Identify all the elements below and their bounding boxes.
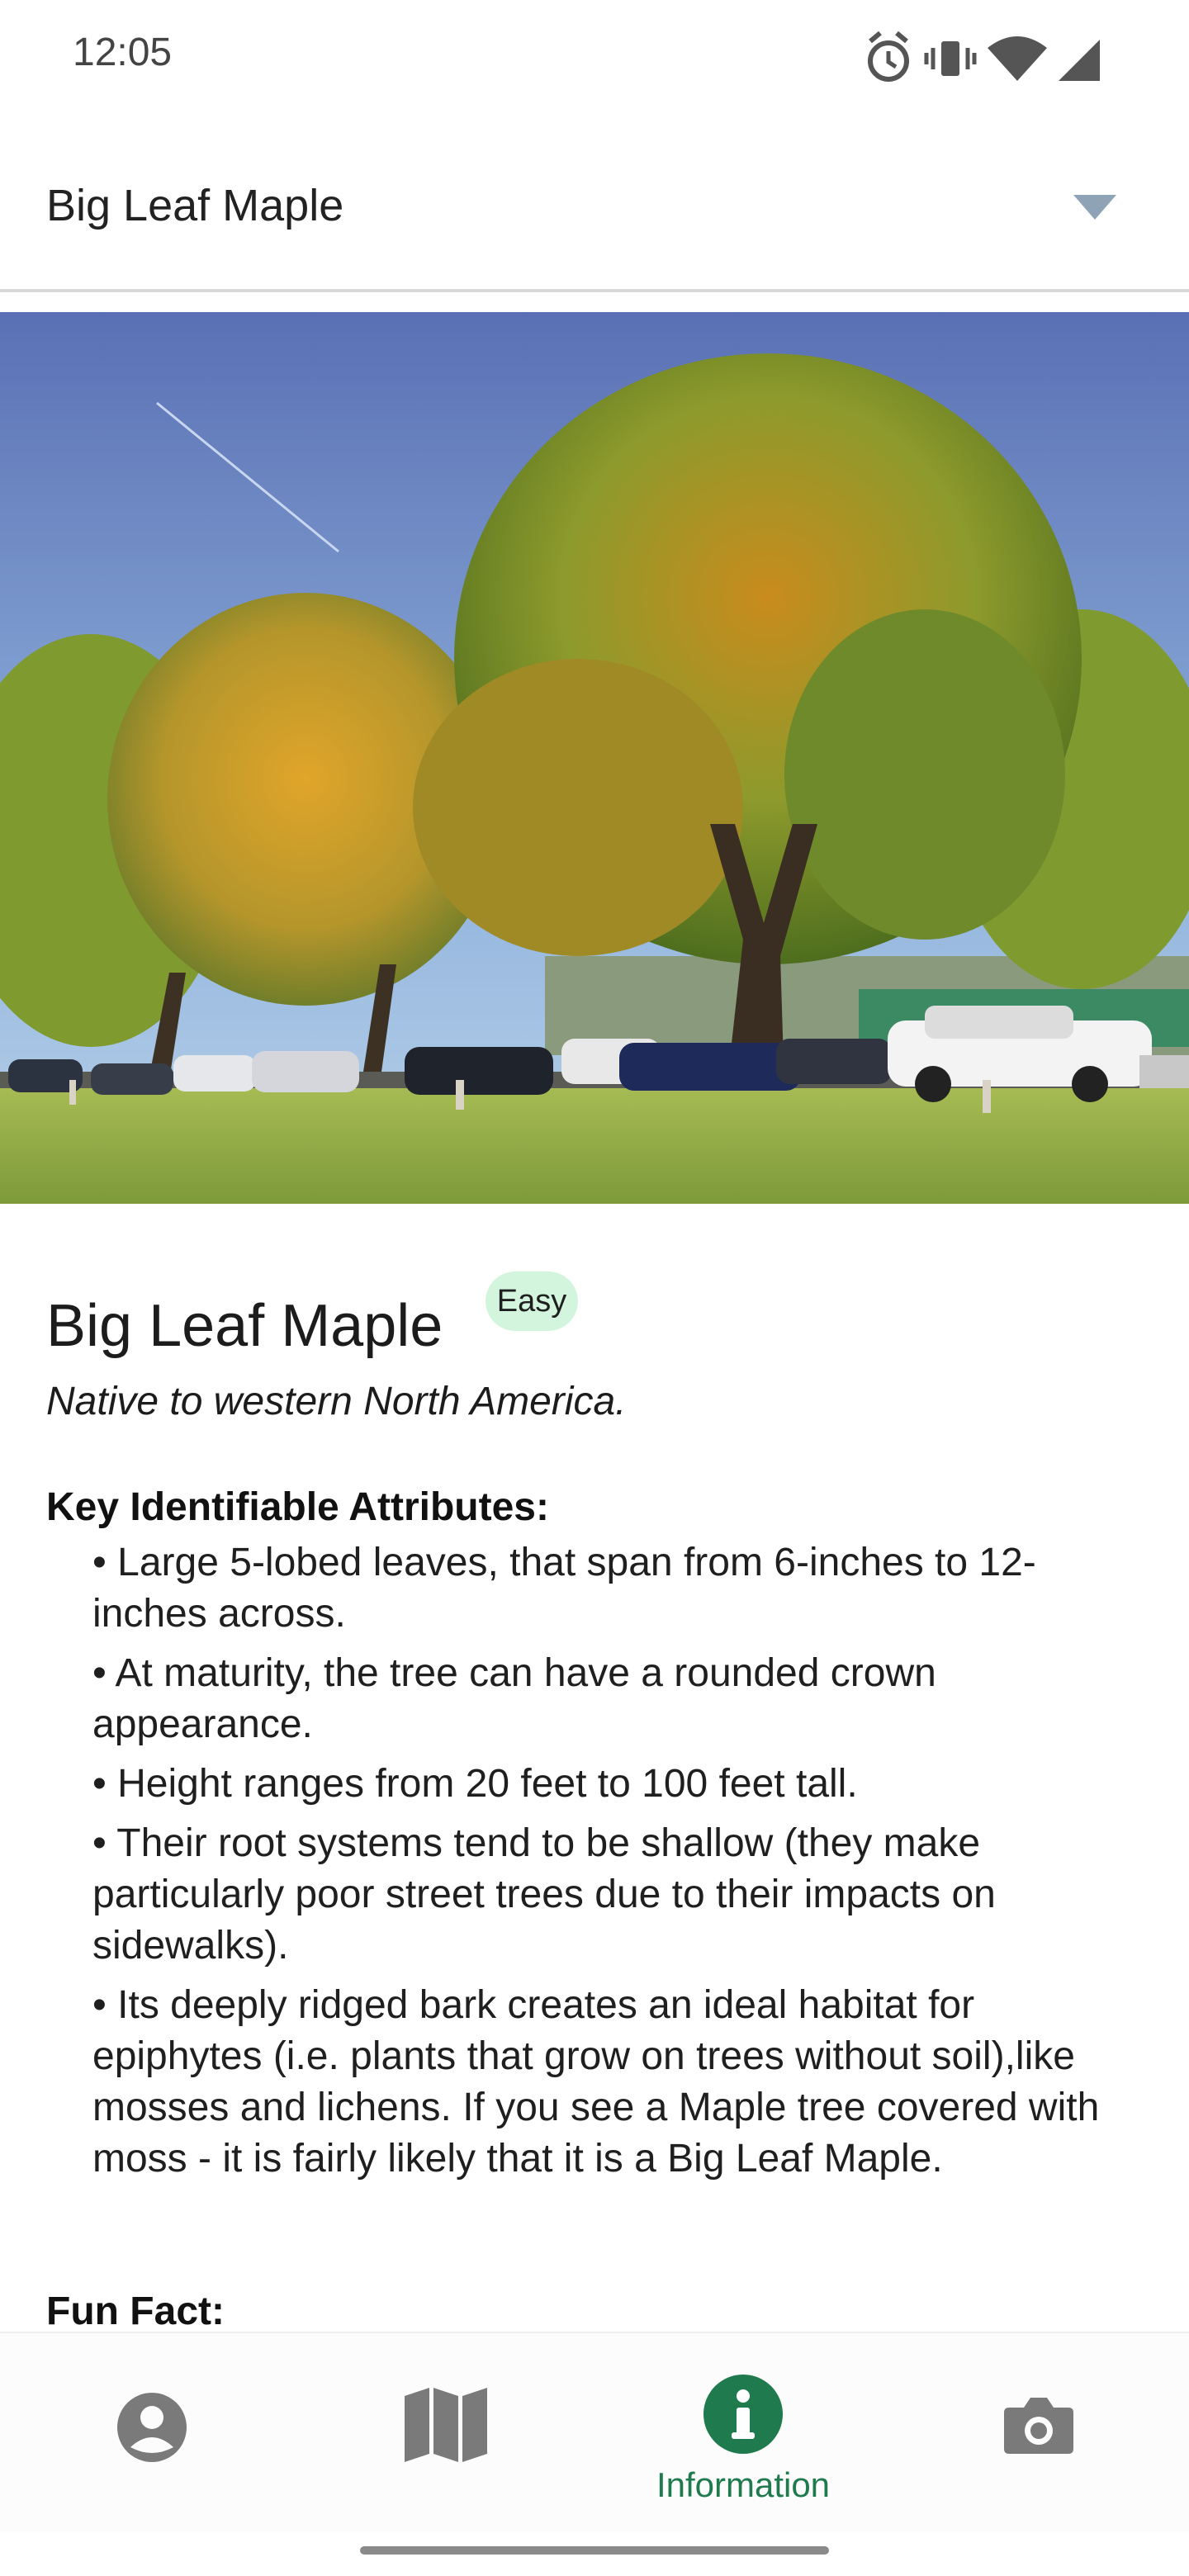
nav-information[interactable]: Information	[652, 2366, 834, 2507]
attribute-item: • Height ranges from 20 feet to 100 feet…	[92, 1762, 858, 1806]
nav-camera[interactable]	[950, 2366, 1131, 2507]
tree-name-title: Big Leaf Maple	[46, 1293, 443, 1359]
tree-origin: Native to western North America.	[46, 1380, 627, 1423]
attribute-item: • At maturity, the tree can have a round…	[92, 1651, 936, 1746]
attribute-item: • Their root systems tend to be shallow …	[92, 1821, 996, 1968]
cellular-signal-icon	[1059, 40, 1100, 81]
attributes-heading: Key Identifiable Attributes:	[46, 1485, 549, 1529]
attribute-item: • Large 5-lobed leaves, that span from 6…	[92, 1541, 1036, 1636]
nav-map[interactable]	[355, 2366, 537, 2507]
profile-icon	[117, 2393, 187, 2462]
tree-selector-value: Big Leaf Maple	[46, 181, 344, 230]
bottom-navigation: Information	[0, 2332, 1189, 2531]
home-indicator[interactable]	[360, 2546, 829, 2555]
dropdown-arrow-icon	[1073, 195, 1116, 220]
nav-profile[interactable]	[61, 2366, 243, 2507]
vibrate-icon	[924, 41, 977, 76]
camera-icon	[1004, 2398, 1073, 2454]
status-time: 12:05	[73, 31, 173, 74]
attributes-list: • Large 5-lobed leaves, that span from 6…	[92, 1537, 1141, 2193]
tree-selector-dropdown[interactable]: Big Leaf Maple	[0, 124, 1189, 292]
difficulty-badge: Easy	[486, 1271, 578, 1331]
map-icon	[405, 2388, 487, 2462]
wifi-icon	[988, 36, 1047, 81]
alarm-icon	[868, 31, 909, 82]
tree-photo	[0, 312, 1189, 1204]
status-icons	[868, 31, 1100, 82]
information-icon	[703, 2375, 783, 2454]
nav-information-label: Information	[656, 2465, 831, 2504]
attribute-item: • Its deeply ridged bark creates an idea…	[92, 1983, 1100, 2181]
fun-fact-heading: Fun Fact:	[46, 2290, 225, 2333]
